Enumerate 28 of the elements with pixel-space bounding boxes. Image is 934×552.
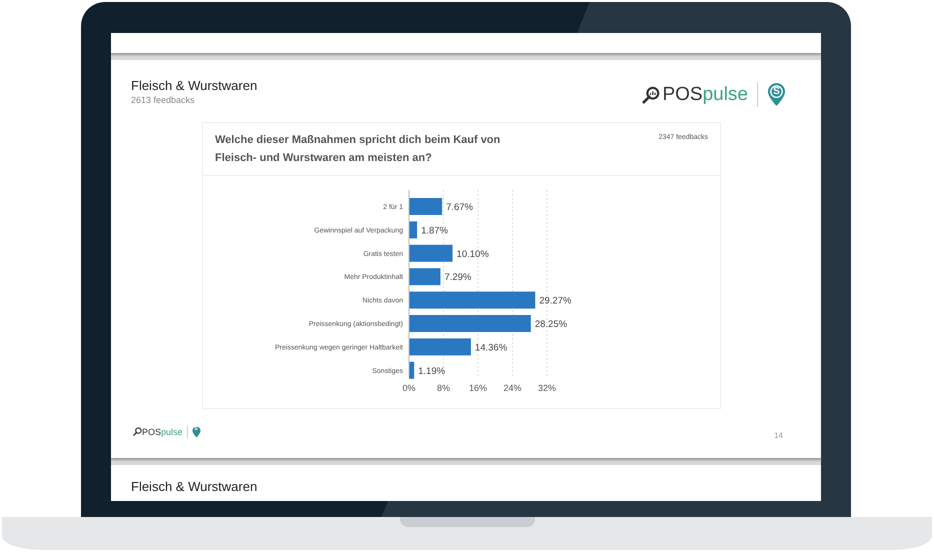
page-number: 14 <box>774 431 783 440</box>
magnifier-icon <box>133 427 142 436</box>
axis-tick-label: 8% <box>437 383 450 393</box>
value-label: 29.27% <box>539 296 572 307</box>
bar <box>409 198 442 215</box>
value-label: 1.87% <box>421 225 448 236</box>
axis-tick-label: 24% <box>504 383 522 393</box>
pin-icon: S <box>767 82 786 107</box>
question-text: Welche dieser Maßnahmen spricht dich beim Kauf von Fleisch- und Wurstwaren am meisten an? <box>215 133 502 166</box>
bar <box>409 362 414 379</box>
value-label: 7.67% <box>446 202 474 213</box>
value-label: 1.19% <box>418 366 446 377</box>
axis-tick-label: 16% <box>469 383 487 393</box>
feedback-count: 2613 feedbacks <box>131 95 196 105</box>
brand-logo-text: POSpulse <box>662 84 748 106</box>
magnifier-icon <box>642 86 660 104</box>
bar <box>409 244 453 262</box>
value-label: 28.25% <box>534 319 568 330</box>
value-label: 7.29% <box>444 272 472 284</box>
slide-title: Fleisch & Wurstwaren <box>131 479 258 494</box>
axis-tick-label: 0% <box>402 383 416 393</box>
value-label: 14.36% <box>474 342 508 354</box>
brand-logo-text: POSpulse <box>142 426 183 436</box>
value-label: 10.10% <box>456 248 489 260</box>
bar <box>409 338 471 356</box>
bar <box>409 268 440 286</box>
axis-tick-label: 32% <box>538 383 556 393</box>
slide-title: Fleisch & Wurstwaren <box>131 78 258 93</box>
